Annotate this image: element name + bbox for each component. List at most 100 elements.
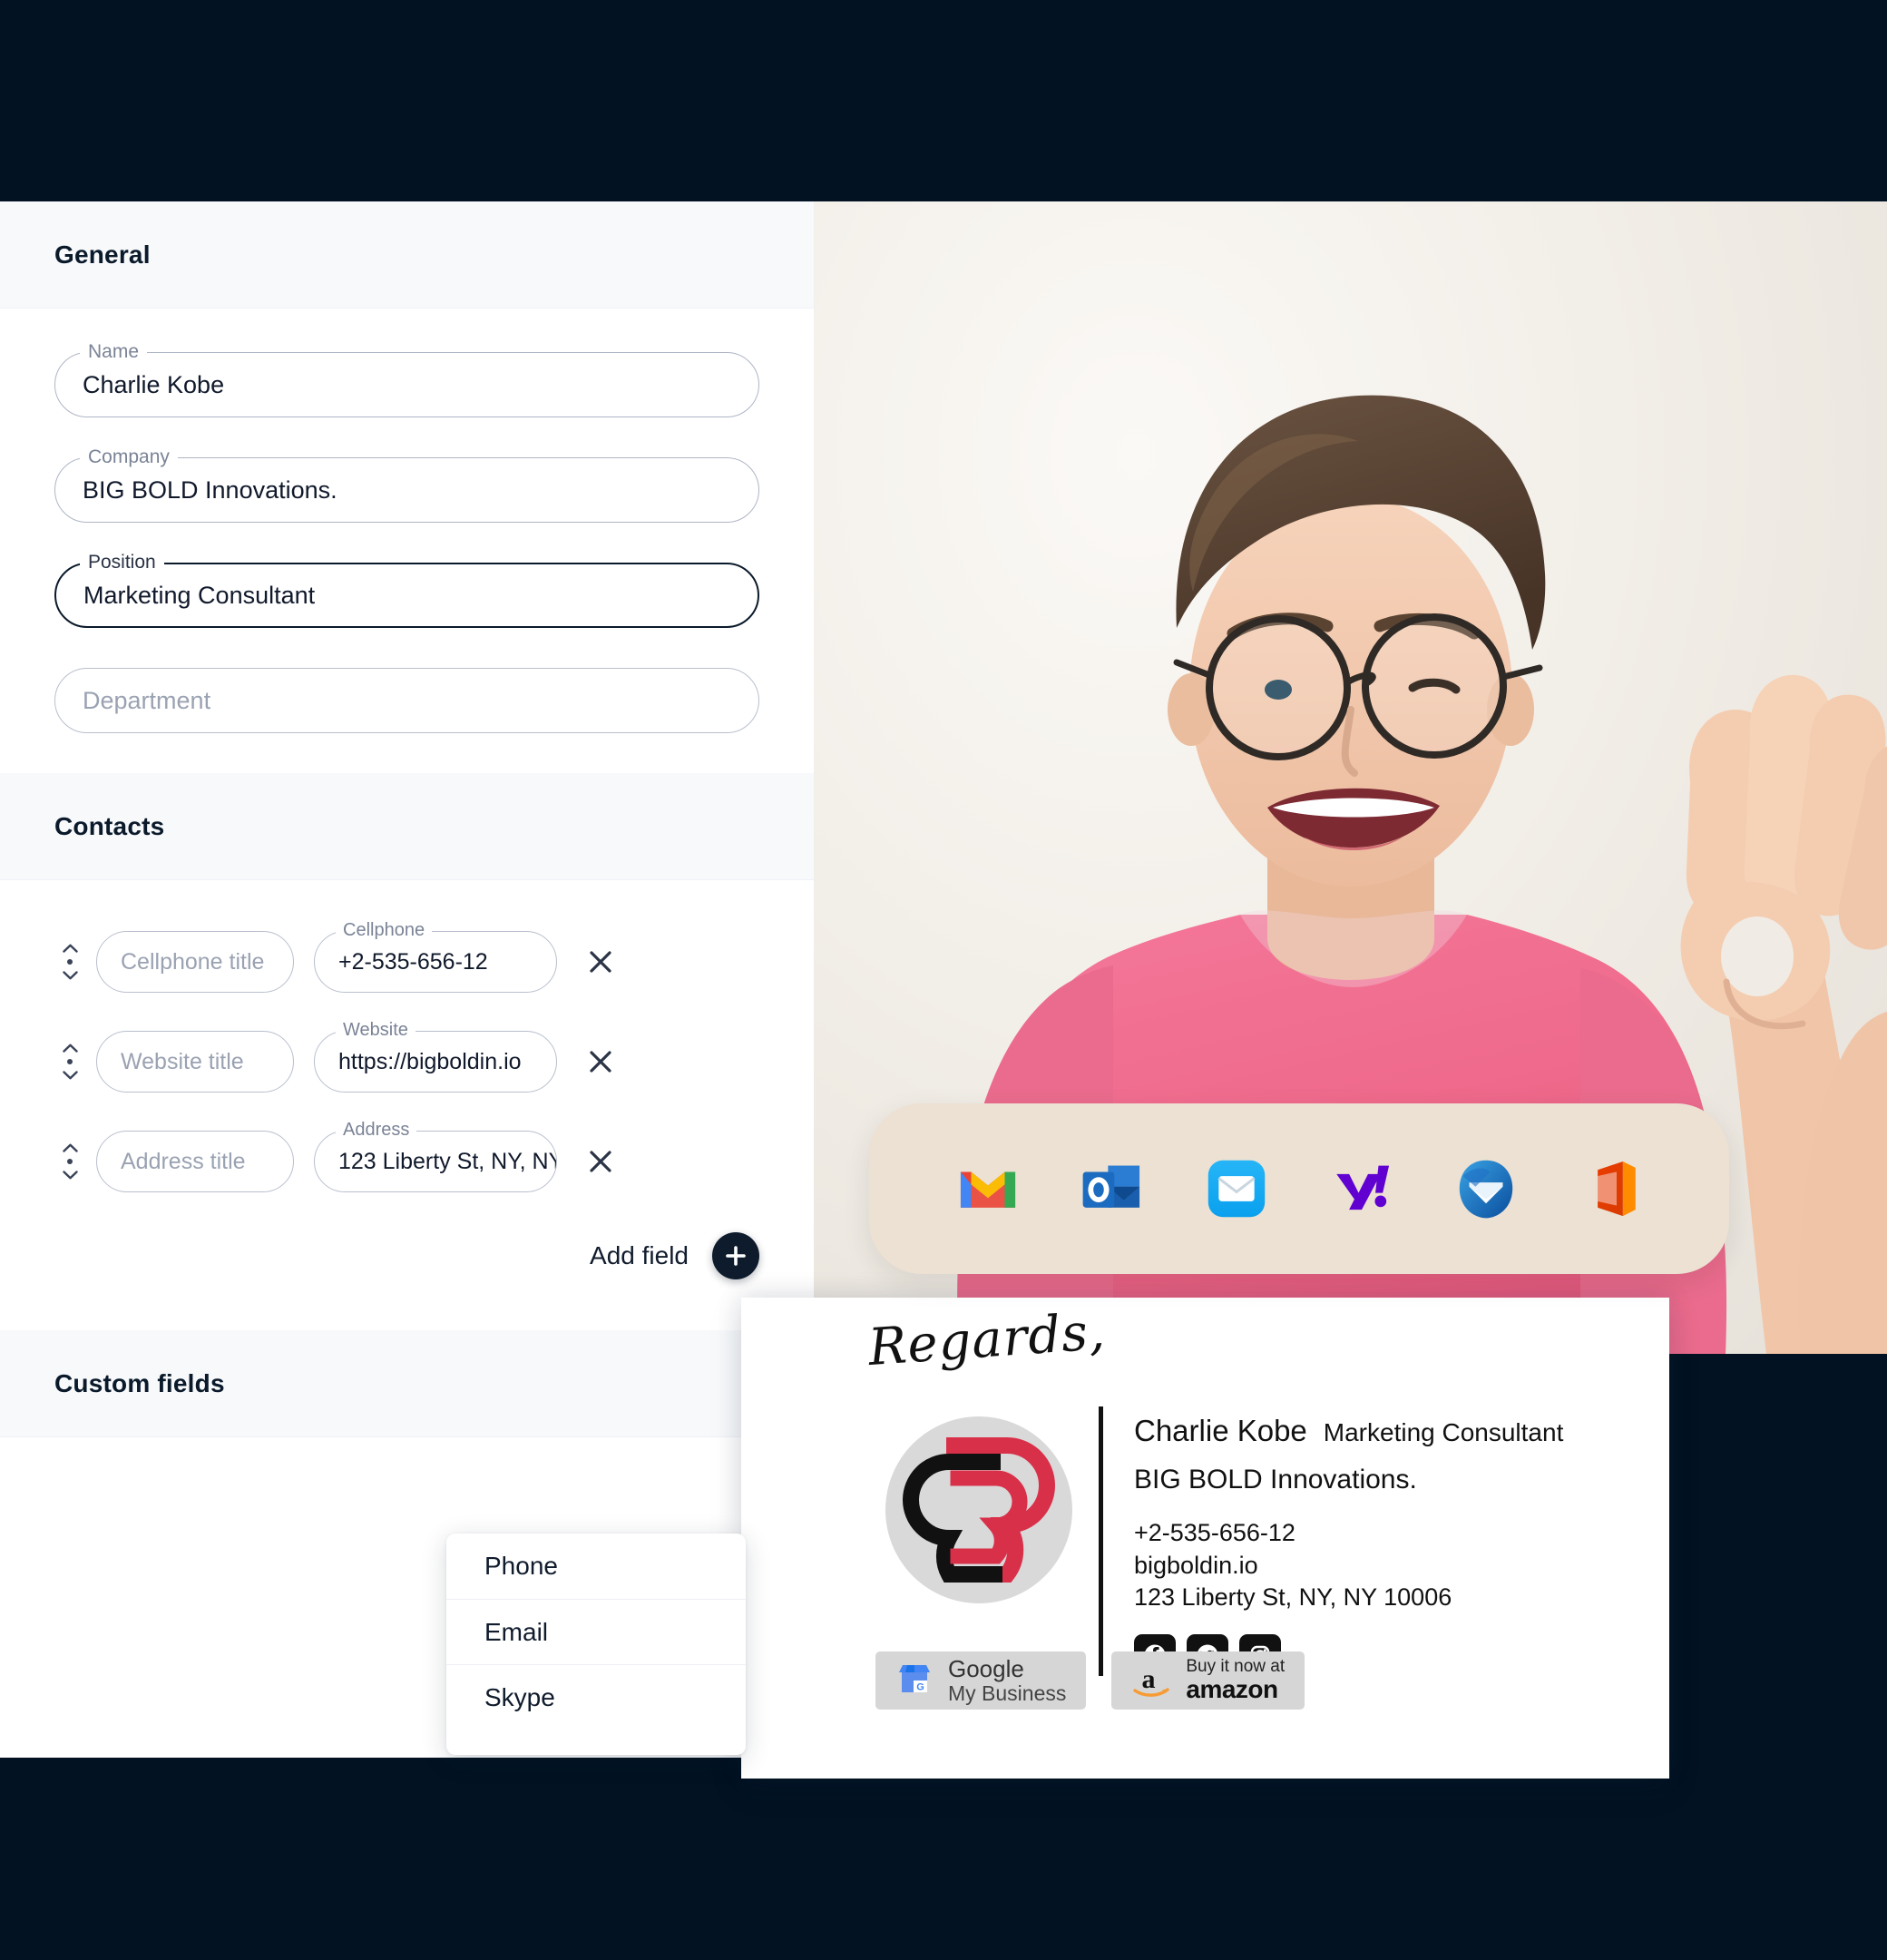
add-field-bar: Add field: [0, 1201, 814, 1279]
svg-text:a: a: [1142, 1664, 1156, 1694]
handle-dot: [67, 1159, 73, 1164]
company-field-label: Company: [80, 446, 178, 468]
department-field-placeholder: Department: [83, 687, 211, 714]
general-section-body: Name Charlie Kobe Company BIG BOLD Innov…: [0, 309, 814, 773]
table-row: Address title Address 123 Liberty St, NY…: [54, 1120, 759, 1192]
add-field-dropdown-menu: Phone Email Skype: [446, 1534, 746, 1755]
signature-name: Charlie Kobe: [1134, 1414, 1307, 1447]
add-field-button[interactable]: [712, 1232, 759, 1279]
table-row: Cellphone title Cellphone +2-535-656-12: [54, 920, 759, 993]
address-title-field[interactable]: Address title: [96, 1131, 294, 1192]
close-icon: [590, 1051, 611, 1073]
contacts-heading: Contacts: [54, 811, 165, 840]
signature-phone: +2-535-656-12: [1134, 1519, 1295, 1546]
chevron-down-icon: [62, 1171, 78, 1180]
signature-details: Charlie Kobe Marketing Consultant BIG BO…: [1134, 1406, 1563, 1676]
custom-fields-section-header: Custom fields: [0, 1330, 814, 1437]
regards-text: Regards,: [866, 1301, 1108, 1378]
contacts-section-body: Cellphone title Cellphone +2-535-656-12: [0, 880, 814, 1201]
gmb-line2: My Business: [948, 1681, 1067, 1705]
apple-mail-icon[interactable]: [1203, 1155, 1270, 1222]
signature-preview-card: Regards, Charlie Kobe Marketing Consulta…: [741, 1298, 1669, 1779]
chevron-up-icon: [62, 1044, 78, 1053]
amazon-line1: Buy it now at: [1186, 1657, 1286, 1677]
website-value-field[interactable]: Website https://bigboldin.io: [314, 1020, 557, 1093]
general-heading: General: [54, 240, 151, 269]
chevron-down-icon: [62, 971, 78, 980]
company-logo: [875, 1406, 1082, 1613]
signature-body: Charlie Kobe Marketing Consultant BIG BO…: [875, 1406, 1563, 1676]
table-row: Website title Website https://bigboldin.…: [54, 1020, 759, 1093]
google-my-business-icon: G: [899, 1665, 930, 1693]
website-value-label: Website: [336, 1020, 416, 1041]
chevron-down-icon: [62, 1071, 78, 1080]
position-field[interactable]: Position Marketing Consultant: [54, 552, 759, 628]
reorder-handle[interactable]: [54, 1034, 85, 1089]
website-value-text: https://bigboldin.io: [338, 1048, 522, 1074]
cellphone-value-label: Cellphone: [336, 920, 433, 941]
website-title-field[interactable]: Website title: [96, 1031, 294, 1093]
dropdown-item-email[interactable]: Email: [446, 1599, 746, 1664]
gmb-line1: Google: [948, 1655, 1024, 1683]
general-section-header: General: [0, 201, 814, 309]
remove-address-row-button[interactable]: [582, 1143, 619, 1180]
dropdown-item-phone[interactable]: Phone: [446, 1534, 746, 1599]
gmail-icon[interactable]: [954, 1155, 1022, 1222]
outlook-icon[interactable]: [1079, 1155, 1146, 1222]
chevron-up-icon: [62, 944, 78, 953]
signature-banners: G Google My Business a Buy it now at ama…: [875, 1651, 1305, 1710]
company-field[interactable]: Company BIG BOLD Innovations.: [54, 446, 759, 523]
company-field-value: BIG BOLD Innovations.: [83, 476, 337, 504]
address-value-text: 123 Liberty St, NY, NY 1: [338, 1148, 556, 1174]
custom-fields-heading: Custom fields: [54, 1368, 225, 1397]
reorder-handle[interactable]: [54, 935, 85, 989]
close-icon: [590, 951, 611, 973]
signature-address: 123 Liberty St, NY, NY 10006: [1134, 1583, 1452, 1612]
cellphone-title-field[interactable]: Cellphone title: [96, 931, 294, 993]
website-title-placeholder: Website title: [121, 1048, 244, 1074]
office-icon[interactable]: [1577, 1155, 1644, 1222]
remove-website-row-button[interactable]: [582, 1044, 619, 1080]
signature-name-row: Charlie Kobe Marketing Consultant: [1134, 1414, 1563, 1448]
contacts-section-header: Contacts: [0, 773, 814, 880]
bigbold-b-logo-icon: [885, 1416, 1072, 1603]
email-clients-bar: [869, 1103, 1729, 1274]
position-field-label: Position: [80, 552, 164, 573]
name-field[interactable]: Name Charlie Kobe: [54, 341, 759, 417]
thunderbird-icon[interactable]: [1452, 1155, 1520, 1222]
website-title-box[interactable]: Website title: [96, 1031, 294, 1093]
cellphone-title-placeholder: Cellphone title: [121, 948, 265, 975]
signature-company: BIG BOLD Innovations.: [1134, 1465, 1417, 1494]
amazon-line2: amazon: [1186, 1675, 1278, 1704]
name-field-value: Charlie Kobe: [83, 371, 225, 398]
screen-root: General Name Charlie Kobe Company BIG BO…: [0, 0, 1887, 1960]
plus-icon: [726, 1246, 746, 1266]
amazon-buy-now-banner[interactable]: a Buy it now at amazon: [1111, 1651, 1305, 1710]
add-field-label: Add field: [590, 1241, 689, 1269]
position-field-value: Marketing Consultant: [83, 582, 316, 609]
address-value-field[interactable]: Address 123 Liberty St, NY, NY 1: [314, 1120, 557, 1192]
dropdown-item-skype[interactable]: Skype: [446, 1664, 746, 1730]
google-my-business-banner[interactable]: G Google My Business: [875, 1651, 1087, 1710]
address-value-label: Address: [336, 1120, 417, 1141]
cellphone-title-box[interactable]: Cellphone title: [96, 931, 294, 993]
handle-dot: [67, 959, 73, 965]
signature-website: bigboldin.io: [1134, 1551, 1258, 1579]
yahoo-mail-icon[interactable]: [1328, 1155, 1395, 1222]
address-title-placeholder: Address title: [121, 1148, 246, 1174]
signature-editor-form-panel: General Name Charlie Kobe Company BIG BO…: [0, 201, 814, 1758]
signature-divider: [1099, 1406, 1103, 1676]
department-field[interactable]: Department: [54, 668, 759, 733]
chevron-up-icon: [62, 1143, 78, 1152]
dropdown-bottom-padding: [446, 1730, 746, 1755]
name-field-label: Name: [80, 341, 148, 363]
name-field-box[interactable]: Charlie Kobe: [54, 352, 759, 417]
reorder-handle[interactable]: [54, 1134, 85, 1189]
address-title-box[interactable]: Address title: [96, 1131, 294, 1192]
signature-position: Marketing Consultant: [1323, 1418, 1564, 1446]
cellphone-value-field[interactable]: Cellphone +2-535-656-12: [314, 920, 557, 993]
handle-dot: [67, 1059, 73, 1064]
department-field-box[interactable]: Department: [54, 668, 759, 733]
amazon-icon: a: [1133, 1664, 1170, 1697]
remove-cellphone-row-button[interactable]: [582, 944, 619, 980]
